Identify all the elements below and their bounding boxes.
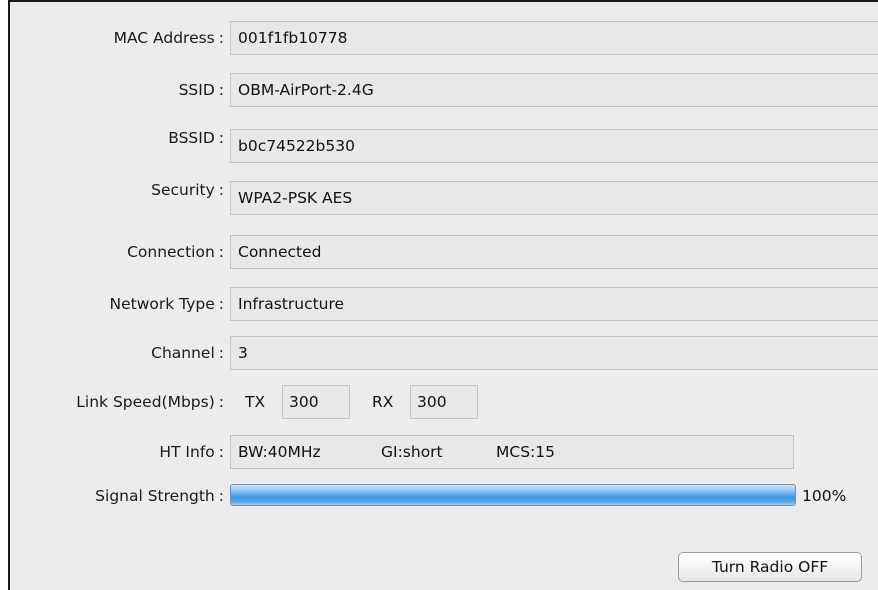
bssid-field: b0c74522b530 [230, 129, 878, 163]
signal-strength-percent: 100% [802, 487, 847, 505]
bssid-row: BSSID: b0c74522b530 [10, 124, 878, 163]
link-speed-label: Link Speed(Mbps): [76, 393, 224, 411]
ssid-field: OBM-AirPort-2.4G [230, 73, 878, 107]
security-row: Security: WPA2-PSK AES [10, 176, 878, 215]
signal-strength-label: Signal Strength: [95, 487, 224, 505]
security-label: Security: [151, 181, 224, 199]
tx-value-field: 300 [282, 385, 350, 419]
signal-strength-bar [230, 484, 796, 506]
network-type-row: Network Type: Infrastructure [10, 286, 878, 322]
signal-strength-row: Signal Strength: 100% [10, 478, 878, 514]
rx-value-field: 300 [410, 385, 478, 419]
ssid-label: SSID: [178, 81, 224, 99]
network-type-label: Network Type: [109, 295, 224, 313]
network-type-field: Infrastructure [230, 287, 878, 321]
ht-info-label: HT Info: [159, 443, 224, 461]
channel-field: 3 [230, 336, 878, 370]
signal-strength-fill [231, 485, 795, 505]
ht-bandwidth: BW:40MHz [238, 443, 321, 461]
turn-radio-off-button[interactable]: Turn Radio OFF [678, 552, 862, 582]
ht-info-row: HT Info: BW:40MHz GI:short MCS:15 [10, 434, 878, 470]
ht-info-field: BW:40MHz GI:short MCS:15 [230, 435, 794, 469]
connection-field: Connected [230, 235, 878, 269]
mac-address-field: 001f1fb10778 [230, 21, 878, 55]
rx-label: RX [372, 393, 394, 411]
mac-address-row: MAC Address: 001f1fb10778 [10, 20, 878, 56]
connection-label: Connection: [127, 243, 224, 261]
channel-row: Channel: 3 [10, 335, 878, 371]
bssid-label: BSSID: [168, 129, 224, 147]
security-field: WPA2-PSK AES [230, 181, 878, 215]
tx-label: TX [245, 393, 266, 411]
link-speed-row: Link Speed(Mbps): TX 300 RX 300 [10, 384, 878, 420]
channel-label: Channel: [151, 344, 224, 362]
mac-address-label: MAC Address: [113, 29, 224, 47]
ht-mcs: MCS:15 [496, 443, 555, 461]
wireless-status-panel: MAC Address: 001f1fb10778 SSID: OBM-AirP… [8, 0, 878, 590]
connection-row: Connection: Connected [10, 234, 878, 270]
ht-guard-interval: GI:short [381, 443, 443, 461]
ssid-row: SSID: OBM-AirPort-2.4G [10, 72, 878, 108]
